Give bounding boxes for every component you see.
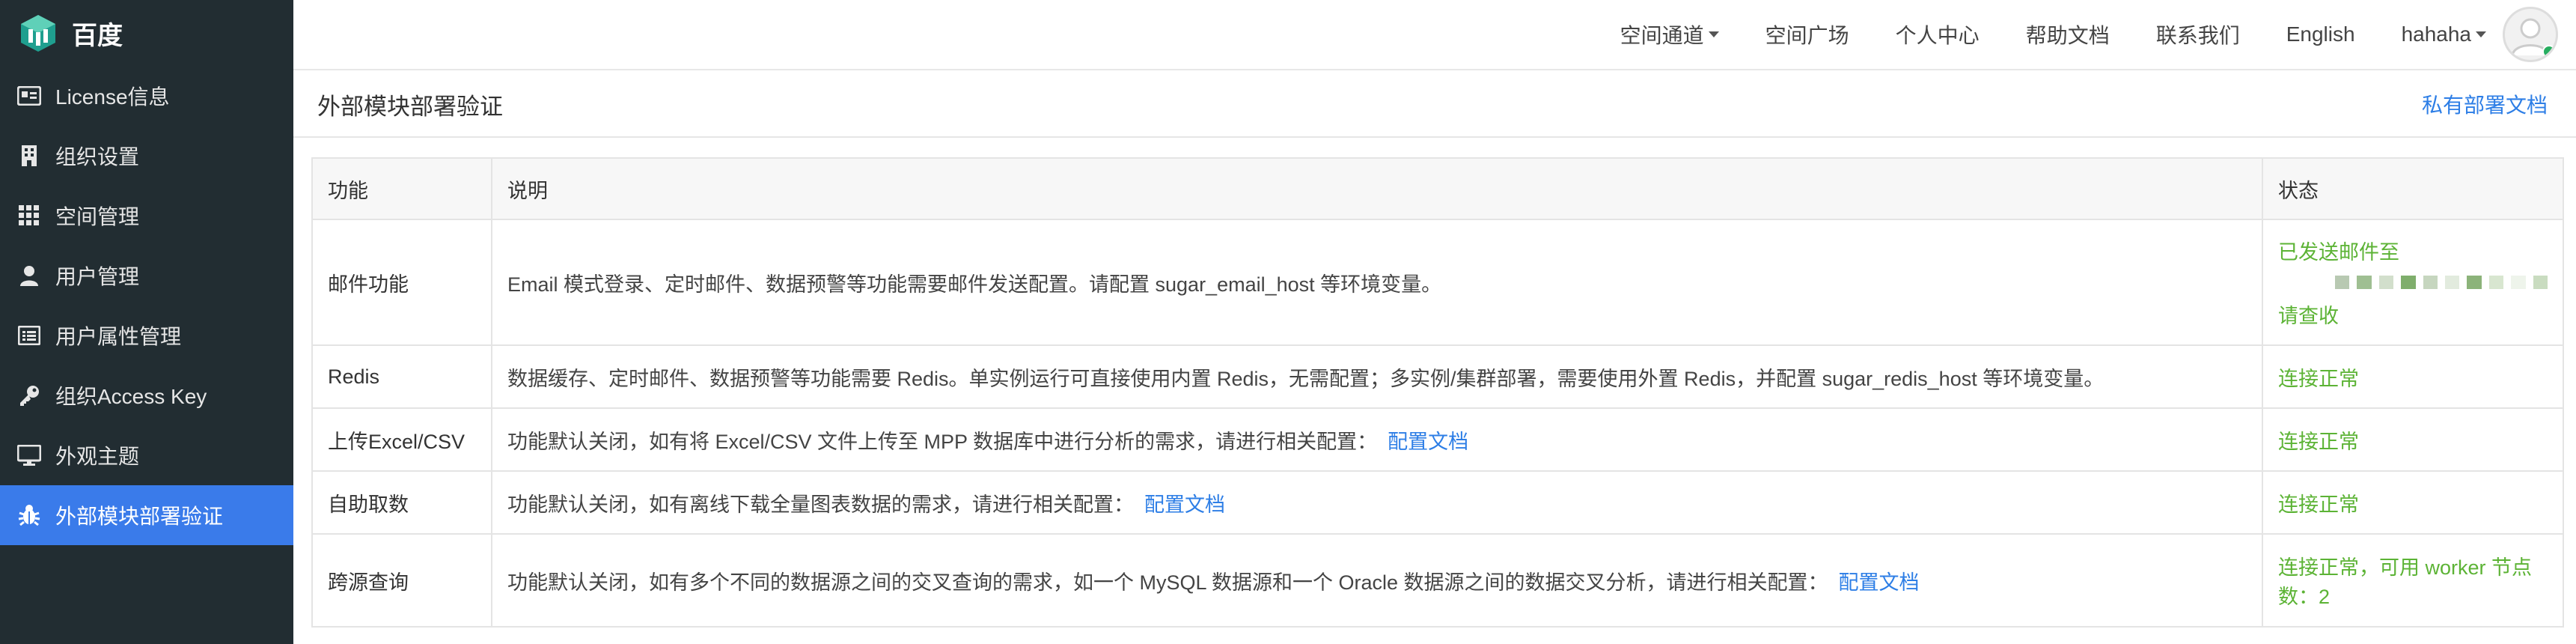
list-icon <box>16 323 42 348</box>
nav-space-channel-label: 空间通道 <box>1620 24 1704 47</box>
description-cell: 功能默认关闭，如有多个不同的数据源之间的交叉查询的需求，如一个 MySQL 数据… <box>491 533 2263 628</box>
status-text: 请查收 <box>2278 305 2339 327</box>
brand[interactable]: 百度 <box>0 0 293 66</box>
feature-cell: 上传Excel/CSV <box>311 407 492 472</box>
status-text: 已发送邮件至 <box>2278 241 2399 264</box>
bug-icon <box>16 502 42 528</box>
sidebar-item-license[interactable]: License信息 <box>0 66 293 126</box>
config-docs-link[interactable]: 配置文档 <box>1388 431 1468 453</box>
avatar[interactable] <box>2503 7 2558 62</box>
nav-help-docs[interactable]: 帮助文档 <box>2026 19 2110 49</box>
description-text: 功能默认关闭，如有多个不同的数据源之间的交叉查询的需求，如一个 MySQL 数据… <box>507 571 1828 594</box>
redacted-email <box>2335 276 2548 289</box>
nav-language[interactable]: English <box>2286 22 2355 46</box>
description-cell: 功能默认关闭，如有将 Excel/CSV 文件上传至 MPP 数据库中进行分析的… <box>491 407 2263 472</box>
caret-down-icon <box>1708 31 1719 37</box>
table-row: 自助取数 功能默认关闭，如有离线下载全量图表数据的需求，请进行相关配置： 配置文档… <box>311 470 2564 535</box>
header-status: 状态 <box>2262 157 2564 220</box>
description-text: 功能默认关闭，如有将 Excel/CSV 文件上传至 MPP 数据库中进行分析的… <box>507 430 1378 453</box>
verification-table: 功能 说明 状态 邮件功能 Email 模式登录、定时邮件、数据预警等功能需要邮… <box>311 157 2564 628</box>
config-docs-link[interactable]: 配置文档 <box>1839 571 1920 594</box>
private-deploy-docs-link[interactable]: 私有部署文档 <box>2422 89 2548 119</box>
user-icon <box>16 263 42 288</box>
status-cell: 已发送邮件至 请查收 <box>2262 219 2564 346</box>
description-cell: 功能默认关闭，如有离线下载全量图表数据的需求，请进行相关配置： 配置文档 <box>491 470 2263 535</box>
sidebar-item-label: 外部模块部署验证 <box>55 505 224 528</box>
feature-cell: 跨源查询 <box>311 533 492 628</box>
sidebar-item-theme[interactable]: 外观主题 <box>0 425 293 485</box>
sidebar-item-external-module-verify[interactable]: 外部模块部署验证 <box>0 485 293 545</box>
nav-personal-center[interactable]: 个人中心 <box>1896 19 1980 49</box>
sidebar-item-label: 用户管理 <box>55 265 140 288</box>
page-header: 外部模块部署验证 私有部署文档 <box>293 72 2576 138</box>
id-card-icon <box>16 83 42 109</box>
logo-icon <box>21 15 55 52</box>
nav-space-square[interactable]: 空间广场 <box>1765 19 1849 49</box>
user-menu[interactable]: hahaha <box>2402 22 2486 46</box>
top-bar: 空间通道 空间广场 个人中心 帮助文档 联系我们 English hahaha <box>293 0 2576 70</box>
grid-icon <box>16 203 42 228</box>
building-icon <box>16 143 42 168</box>
key-icon <box>16 383 42 408</box>
brand-name: 百度 <box>72 21 123 50</box>
sidebar: 百度 License信息 组织设置 空间管理 用户管理 用户属性管理 组织Acc… <box>0 0 293 644</box>
nav-contact-us[interactable]: 联系我们 <box>2156 19 2240 49</box>
caret-down-icon <box>2476 31 2486 37</box>
username: hahaha <box>2401 22 2471 46</box>
sidebar-item-label: 组织Access Key <box>55 385 207 408</box>
header-feature: 功能 <box>311 157 492 220</box>
page-title: 外部模块部署验证 <box>317 93 503 120</box>
feature-cell: Redis <box>311 344 492 409</box>
config-docs-link[interactable]: 配置文档 <box>1144 493 1225 516</box>
sidebar-item-user-attr-mgmt[interactable]: 用户属性管理 <box>0 306 293 365</box>
online-status-dot <box>2542 45 2556 58</box>
sidebar-item-user-mgmt[interactable]: 用户管理 <box>0 246 293 306</box>
feature-cell: 邮件功能 <box>311 219 492 346</box>
sidebar-item-label: 外观主题 <box>55 445 140 468</box>
table-header-row: 功能 说明 状态 <box>311 157 2564 220</box>
table-row: 邮件功能 Email 模式登录、定时邮件、数据预警等功能需要邮件发送配置。请配置… <box>311 219 2564 346</box>
feature-cell: 自助取数 <box>311 470 492 535</box>
table-row: Redis 数据缓存、定时邮件、数据预警等功能需要 Redis。单实例运行可直接… <box>311 344 2564 409</box>
description-cell: 数据缓存、定时邮件、数据预警等功能需要 Redis。单实例运行可直接使用内置 R… <box>491 344 2263 409</box>
status-cell: 连接正常，可用 worker 节点数：2 <box>2262 533 2564 628</box>
status-cell: 连接正常 <box>2262 344 2564 409</box>
description-cell: Email 模式登录、定时邮件、数据预警等功能需要邮件发送配置。请配置 suga… <box>491 219 2263 346</box>
status-cell: 连接正常 <box>2262 407 2564 472</box>
table-row: 上传Excel/CSV 功能默认关闭，如有将 Excel/CSV 文件上传至 M… <box>311 407 2564 472</box>
sidebar-item-org-settings[interactable]: 组织设置 <box>0 126 293 186</box>
nav-space-channel[interactable]: 空间通道 <box>1620 19 1719 49</box>
header-description: 说明 <box>491 157 2263 220</box>
sidebar-item-access-key[interactable]: 组织Access Key <box>0 365 293 425</box>
table-row: 跨源查询 功能默认关闭，如有多个不同的数据源之间的交叉查询的需求，如一个 MyS… <box>311 533 2564 628</box>
monitor-icon <box>16 443 42 468</box>
sidebar-item-label: License信息 <box>55 85 170 109</box>
sidebar-item-label: 组织设置 <box>55 145 140 168</box>
sidebar-item-label: 用户属性管理 <box>55 325 182 348</box>
sidebar-item-space-mgmt[interactable]: 空间管理 <box>0 186 293 246</box>
status-cell: 连接正常 <box>2262 470 2564 535</box>
sidebar-item-label: 空间管理 <box>55 205 140 228</box>
description-text: 功能默认关闭，如有离线下载全量图表数据的需求，请进行相关配置： <box>507 493 1134 516</box>
